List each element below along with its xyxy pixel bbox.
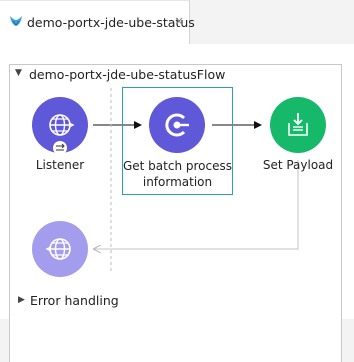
listener-response-component[interactable] [32,221,88,277]
set-payload-label: Set Payload [262,158,334,172]
connector-icon [165,113,189,137]
error-handling-label: Error handling [30,293,119,308]
set-payload-icon [288,113,308,136]
expand-toggle-icon[interactable]: ▶ [18,295,25,305]
source-badge-icon [53,141,67,155]
get-batch-process-component[interactable] [149,97,205,153]
get-batch-process-label: Get batch process information [122,158,233,190]
set-payload-component[interactable] [270,97,326,153]
get-batch-process-label-line2: information [142,175,213,189]
get-batch-process-label-line1: Get batch process [122,159,232,173]
listener-label: Listener [35,158,85,172]
globe-icon [45,238,71,260]
